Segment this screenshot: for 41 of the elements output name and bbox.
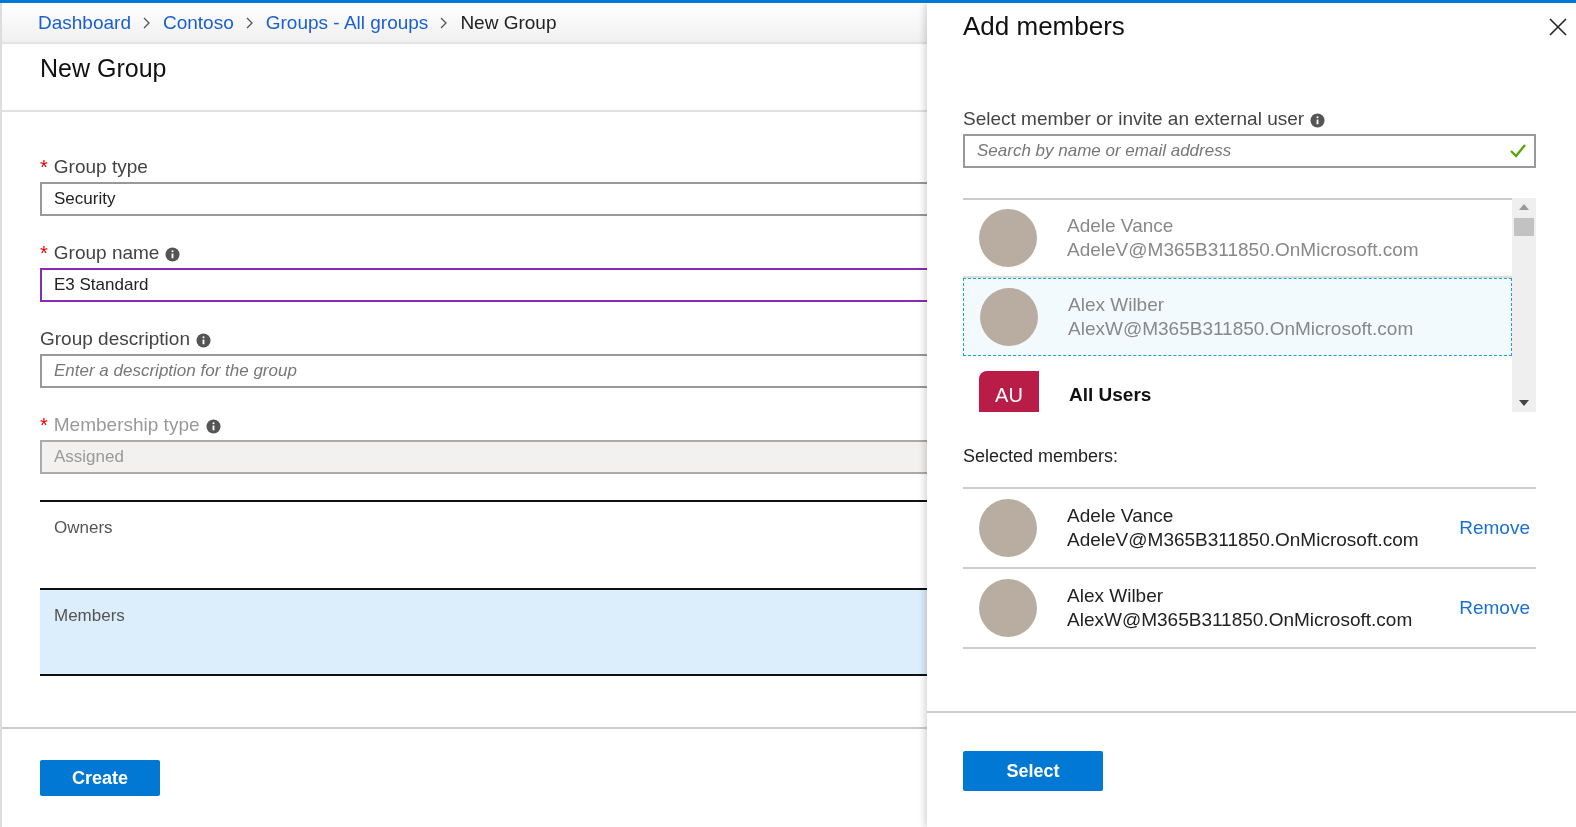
text-field[interactable]: Security <box>40 182 927 216</box>
info-icon[interactable] <box>195 333 211 348</box>
close-icon[interactable] <box>1548 17 1568 37</box>
required-asterisk: * <box>40 417 48 433</box>
create-button[interactable]: Create <box>40 760 160 796</box>
page-title: New Group <box>40 54 168 83</box>
breadcrumb-link[interactable]: Groups - All groups <box>265 11 429 34</box>
breadcrumb-link[interactable]: Dashboard <box>38 11 131 34</box>
field-label: Group name <box>53 242 160 264</box>
search-label: Select member or invite an external user <box>963 108 1305 130</box>
text-field[interactable]: Enter a description for the group <box>40 354 927 388</box>
field-label: Group type <box>53 156 148 178</box>
group-initials: AU <box>979 371 1039 412</box>
member-name: Alex Wilber <box>1067 585 1165 607</box>
field-label: Membership type <box>53 414 200 436</box>
chevron-icon <box>142 16 151 29</box>
scrollbar[interactable] <box>1512 198 1536 412</box>
remove-link[interactable]: Remove <box>1459 597 1530 619</box>
select-button[interactable]: Select <box>963 751 1103 791</box>
breadcrumb-link[interactable]: Contoso <box>162 11 234 34</box>
scroll-thumb[interactable] <box>1514 218 1534 236</box>
member-list-item[interactable]: Alex Wilber AlexW@M365B311850.OnMicrosoft.com <box>963 278 1512 356</box>
member-email: AlexW@M365B311850.OnMicrosoft.com <box>1067 609 1414 631</box>
chevron-icon <box>245 16 254 29</box>
member-list-item[interactable]: AU All Users <box>963 356 1512 412</box>
scroll-down-icon[interactable] <box>1519 400 1529 406</box>
section-row[interactable]: Members <box>40 588 927 676</box>
text-field[interactable]: E3 Standard <box>40 268 927 302</box>
breadcrumb-link[interactable]: New Group <box>460 11 557 34</box>
panel-title: Add members <box>963 11 1125 42</box>
required-asterisk: * <box>40 159 48 175</box>
member-name: Adele Vance <box>1067 505 1175 527</box>
info-icon[interactable] <box>165 247 181 262</box>
required-asterisk: * <box>40 245 48 261</box>
member-email: AdeleV@M365B311850.OnMicrosoft.com <box>1067 529 1420 551</box>
selected-members-label: Selected members: <box>963 446 1120 467</box>
remove-link[interactable]: Remove <box>1459 517 1530 539</box>
field-label: Group description <box>40 328 190 350</box>
chevron-icon <box>440 16 449 29</box>
search-field[interactable]: Search by name or email address <box>963 134 1536 168</box>
info-icon[interactable] <box>1310 113 1326 128</box>
